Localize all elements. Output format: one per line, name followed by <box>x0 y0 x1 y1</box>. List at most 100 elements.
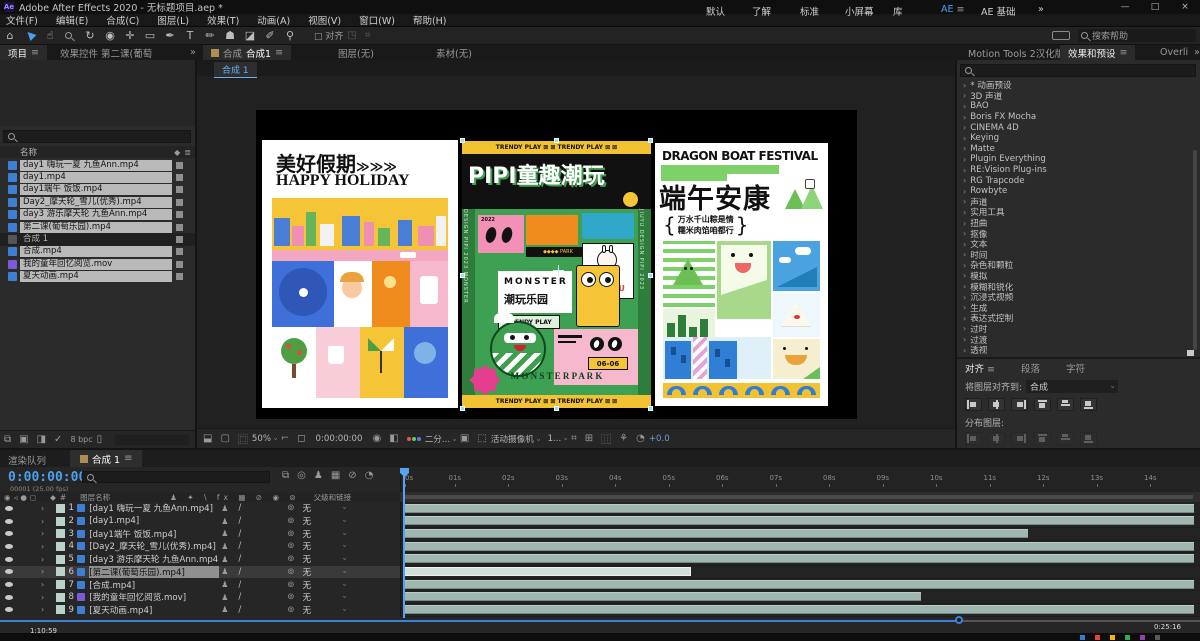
effects-category[interactable]: ›Rowbyte <box>957 186 1197 197</box>
label-color-swatch[interactable] <box>56 542 65 551</box>
shy-switch[interactable]: ♟ <box>221 555 228 564</box>
camera-dropdown[interactable]: 活动摄像机› <box>491 433 540 445</box>
bit-depth-label[interactable]: 8 bpc <box>70 435 92 444</box>
exposure-reset-icon[interactable]: ◔ <box>636 433 645 444</box>
effects-category[interactable]: ›透视 <box>957 345 1197 356</box>
pen-tool-icon[interactable]: ✒ <box>160 27 180 44</box>
selection-handle[interactable] <box>554 406 559 411</box>
timeline-layer-row[interactable]: ›1[day1 嗨玩一夏 九鱼Ann.mp4]♟/⊚无› <box>0 502 400 515</box>
project-item[interactable]: day1 嗨玩一夏 九鱼Ann.mp4 <box>0 159 195 171</box>
pixel-aspect-icon[interactable]: ⌗ <box>571 433 577 444</box>
label-color-swatch[interactable] <box>56 580 65 589</box>
pickwhip-icon[interactable]: ⊚ <box>287 567 294 577</box>
tab-character[interactable]: 字符 <box>1066 361 1085 375</box>
tab-render-queue[interactable]: 渲染队列 <box>8 453 46 467</box>
quality-switch[interactable]: / <box>238 541 241 551</box>
timeline-layer-row[interactable]: ›7[合成.mp4]♟/⊚无› <box>0 578 400 591</box>
tab-effect-controls[interactable]: 效果控件 第二课(葡萄 <box>52 45 160 60</box>
eye-icon[interactable] <box>5 506 13 511</box>
twirl-icon[interactable]: › <box>963 229 966 238</box>
effects-search-input[interactable] <box>960 64 1196 77</box>
layer-name[interactable]: [Day2_摩天轮_雪儿(优秀).mp4] <box>89 540 219 552</box>
label-color-chip[interactable] <box>176 199 183 206</box>
timeline-layer-row[interactable]: ›5[day3 游乐摩天轮 九鱼Ann.mp4]♟/⊚无› <box>0 553 400 566</box>
menu-F[interactable]: 文件(F) <box>6 13 38 27</box>
twirl-icon[interactable]: › <box>963 335 966 344</box>
twirl-icon[interactable]: › <box>963 123 966 132</box>
layer-name[interactable]: [合成.mp4] <box>89 579 219 591</box>
layer-duration-bar[interactable] <box>404 580 1194 589</box>
eye-icon[interactable] <box>5 569 13 574</box>
parent-dropdown[interactable]: 无 <box>302 553 340 565</box>
layer-name[interactable]: [第二课(葡萄乐园).mp4] <box>89 566 219 578</box>
parent-dropdown[interactable]: 无 <box>302 540 340 552</box>
project-item[interactable]: day1端午 饭饭.mp4 <box>0 184 195 196</box>
quality-switch[interactable]: / <box>238 554 241 564</box>
effects-category[interactable]: ›BAO <box>957 101 1197 112</box>
pickwhip-icon[interactable]: ⊚ <box>287 554 294 564</box>
rotobrush-tool-icon[interactable]: ✐ <box>260 27 280 44</box>
project-item[interactable]: 我的童年回忆阅览.mov <box>0 258 195 270</box>
mask-visibility-icon[interactable]: ◻ <box>297 433 305 444</box>
effects-category[interactable]: ›3D 声道 <box>957 91 1197 102</box>
selection-handle[interactable] <box>648 273 653 278</box>
twirl-icon[interactable]: › <box>963 324 966 333</box>
selection-handle[interactable] <box>460 273 465 278</box>
pickwhip-icon[interactable]: ⊚ <box>287 541 294 551</box>
shy-icon[interactable]: ♟ <box>314 470 323 481</box>
eye-icon[interactable] <box>5 582 13 587</box>
layer-name-column[interactable]: 图层名称 <box>80 492 110 503</box>
always-preview-icon[interactable]: ⬓ <box>203 433 212 444</box>
project-item[interactable]: 夏天动画.mp4 <box>0 271 195 283</box>
eye-icon[interactable] <box>5 607 13 612</box>
project-search-input[interactable] <box>3 130 191 143</box>
effects-category[interactable]: ›Boris FX Mocha <box>957 112 1197 123</box>
align-right-button[interactable] <box>1011 398 1028 411</box>
label-color-swatch[interactable] <box>56 593 65 602</box>
label-color-chip[interactable] <box>176 174 183 181</box>
pickwhip-icon[interactable]: ⊚ <box>287 605 294 615</box>
layer-duration-bar[interactable] <box>404 592 921 601</box>
eye-icon[interactable] <box>5 544 13 549</box>
tab-project[interactable]: 项目≡ <box>0 45 47 60</box>
label-color-chip[interactable] <box>176 261 183 268</box>
fast-preview-icon[interactable]: ⊞ <box>585 433 593 444</box>
parent-dropdown[interactable]: 无 <box>302 604 340 616</box>
workspace-standard[interactable]: 标准 <box>800 4 819 18</box>
effects-category[interactable]: ›实用工具 <box>957 207 1197 218</box>
twirl-icon[interactable]: › <box>41 605 44 614</box>
parent-dropdown[interactable]: 无 <box>302 502 340 514</box>
selection-handle[interactable] <box>554 138 559 143</box>
effects-category[interactable]: ›过渡 <box>957 334 1197 345</box>
twirl-icon[interactable]: › <box>963 240 966 249</box>
effects-category[interactable]: ›Keying <box>957 133 1197 144</box>
show-snapshot-icon[interactable]: ◧ <box>389 433 398 444</box>
effects-category[interactable]: ›表达式控制 <box>957 313 1197 324</box>
project-item[interactable]: 合成 1 <box>0 233 195 245</box>
tab-align[interactable]: 对齐 ≡ <box>965 361 995 375</box>
effects-category[interactable]: ›CINEMA 4D <box>957 122 1197 133</box>
label-color-swatch[interactable] <box>56 529 65 538</box>
eraser-tool-icon[interactable]: ◪ <box>240 27 260 44</box>
close-button[interactable]: × <box>1170 0 1200 14</box>
view-count-dropdown[interactable]: 1...› <box>548 434 567 444</box>
effects-category[interactable]: ›Plugin Everything <box>957 154 1197 165</box>
tab-overflow-left[interactable]: » <box>182 45 204 60</box>
twirl-icon[interactable]: › <box>41 517 44 526</box>
project-item[interactable]: 合成.mp4 <box>0 246 195 258</box>
twirl-icon[interactable]: › <box>963 91 966 100</box>
twirl-icon[interactable]: › <box>963 144 966 153</box>
camera-tool-icon[interactable]: ◉ <box>100 27 120 44</box>
project-item[interactable]: 第二课(葡萄乐园).mp4 <box>0 221 195 233</box>
twirl-icon[interactable]: › <box>963 166 966 175</box>
twirl-icon[interactable]: › <box>963 219 966 228</box>
composition-canvas[interactable]: 美好假期≫≫≫ HAPPY HOLIDAY <box>256 110 857 419</box>
timeline-layer-row[interactable]: ›2[day1.mp4]♟/⊚无› <box>0 515 400 528</box>
maximize-button[interactable]: □ <box>1140 0 1170 14</box>
main-viewer-icon[interactable]: ▢ <box>220 433 229 444</box>
parent-dropdown[interactable]: 无 <box>302 515 340 527</box>
shy-switch[interactable]: ♟ <box>221 542 228 551</box>
effects-category[interactable]: ›RG Trapcode <box>957 175 1197 186</box>
help-search-input[interactable]: 搜索帮助 <box>1078 29 1196 42</box>
mini-flowchart-icon[interactable]: ⧉ <box>282 470 289 481</box>
